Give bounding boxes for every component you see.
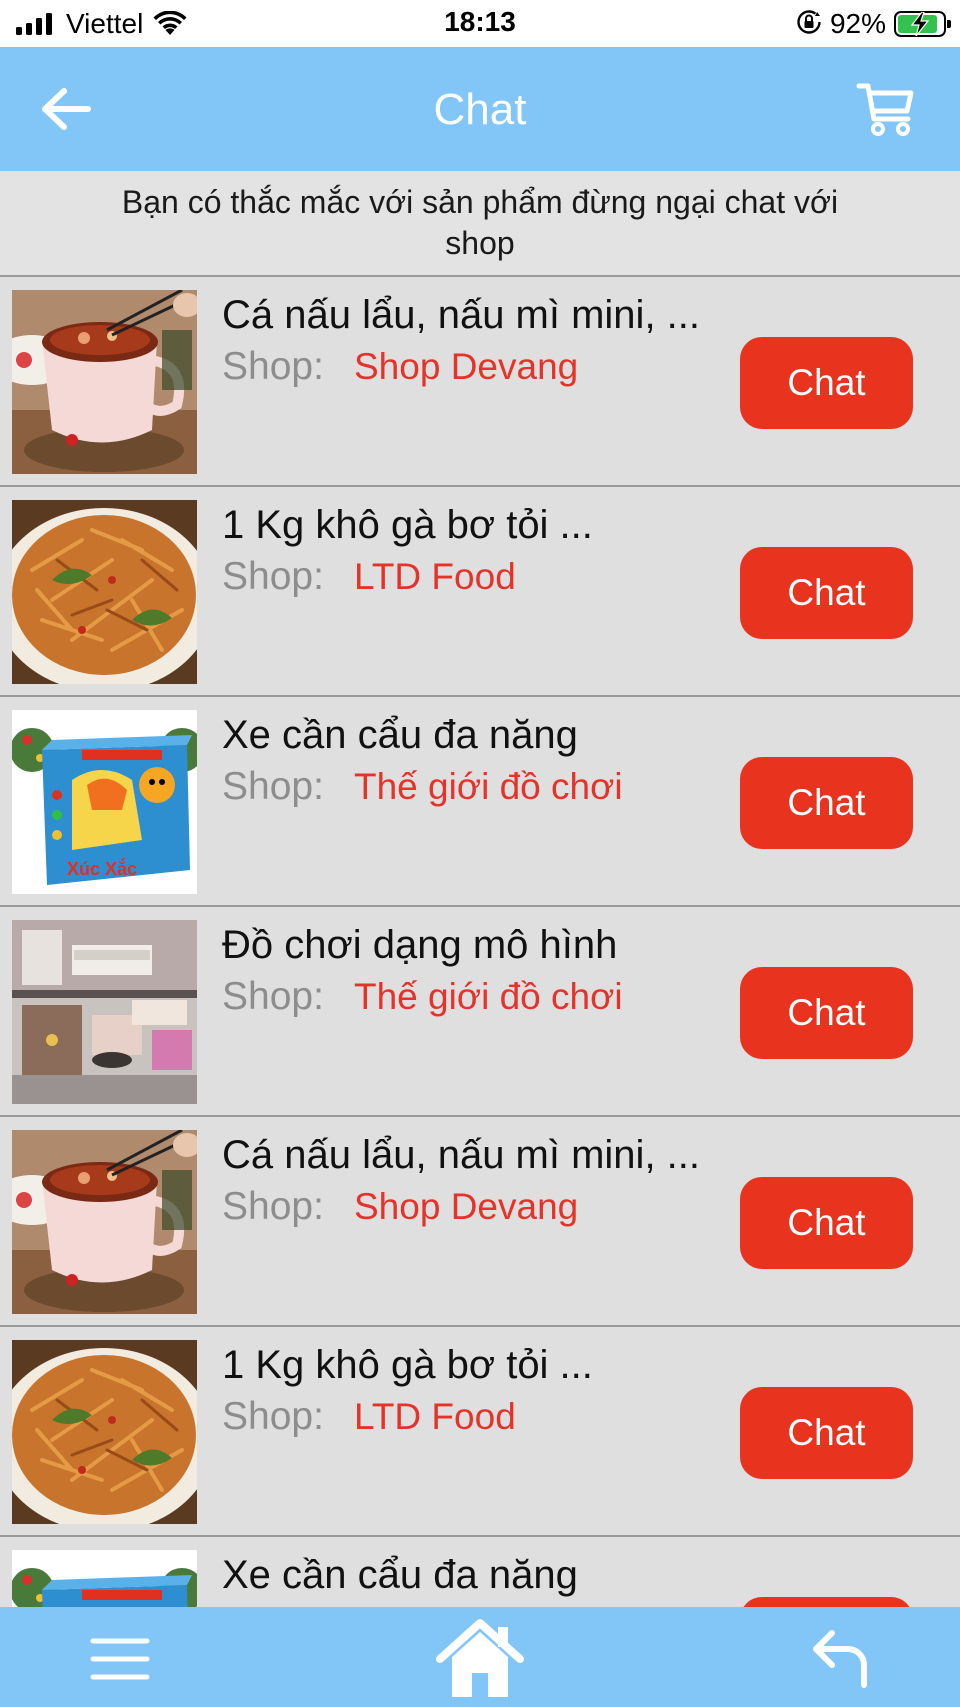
battery-charging-icon bbox=[894, 11, 951, 37]
list-item[interactable]: Xúc Xắc Xe cần cẩu đa năng Shop: Thế giới… bbox=[0, 697, 960, 907]
shop-line: Shop: Thế giới đồ chơi bbox=[222, 975, 623, 1019]
product-chat-list: Cá nấu lẩu, nấu mì mini, ... Shop: Shop D… bbox=[0, 277, 960, 1607]
list-item[interactable]: Đồ chơi dạng mô hình Shop: Thế giới đồ ch… bbox=[0, 907, 960, 1117]
shop-label: Shop: bbox=[222, 345, 324, 388]
bottom-nav-bar bbox=[0, 1607, 960, 1707]
page-title: Chat bbox=[433, 85, 527, 134]
list-item[interactable]: 1 Kg khô gà bơ tỏi ... Shop: LTD Food Cha… bbox=[0, 487, 960, 697]
menu-icon bbox=[90, 1638, 150, 1680]
product-thumbnail[interactable] bbox=[12, 1340, 197, 1524]
shop-name[interactable]: LTD Food bbox=[354, 1396, 516, 1437]
chat-button[interactable]: Chat bbox=[740, 547, 913, 639]
shop-line: Shop: Shop Devang bbox=[222, 1185, 578, 1229]
shop-line: Shop: LTD Food bbox=[222, 1395, 516, 1439]
shop-name[interactable]: Thế giới đồ chơi bbox=[354, 766, 623, 807]
battery-percent: 92% bbox=[829, 8, 886, 39]
product-name: 1 Kg khô gà bơ tỏi ... bbox=[222, 1343, 593, 1387]
product-name: Cá nấu lẩu, nấu mì mini, ... bbox=[222, 1133, 701, 1177]
list-item[interactable]: 1 Kg khô gà bơ tỏi ... Shop: LTD Food Cha… bbox=[0, 1327, 960, 1537]
chat-button[interactable]: Chat bbox=[740, 757, 913, 849]
return-arrow-icon bbox=[813, 1630, 867, 1688]
shop-line: Shop: Thế giới đồ chơi bbox=[222, 765, 623, 809]
return-button[interactable] bbox=[810, 1627, 872, 1689]
chat-button[interactable]: Chat bbox=[740, 1177, 913, 1269]
list-item[interactable]: Cá nấu lẩu, nấu mì mini, ... Shop: Shop D… bbox=[0, 277, 960, 487]
shop-name[interactable]: Thế giới đồ chơi bbox=[354, 976, 623, 1017]
status-right: 92% bbox=[796, 7, 951, 41]
chat-button[interactable]: Chat bbox=[740, 967, 913, 1059]
svg-text:Xúc Xắc: Xúc Xắc bbox=[67, 858, 137, 879]
menu-button[interactable] bbox=[90, 1635, 150, 1683]
shop-label: Shop: bbox=[222, 1395, 324, 1438]
chat-button[interactable]: Chat bbox=[740, 1597, 913, 1607]
shop-label: Shop: bbox=[222, 765, 324, 808]
shop-label: Shop: bbox=[222, 555, 324, 598]
shop-line: Shop: LTD Food bbox=[222, 555, 516, 599]
product-thumbnail[interactable] bbox=[12, 500, 197, 684]
info-banner: Bạn có thắc mắc với sản phẩm đừng ngại c… bbox=[0, 171, 960, 277]
list-item[interactable]: Cá nấu lẩu, nấu mì mini, ... Shop: Shop D… bbox=[0, 1117, 960, 1327]
orientation-lock-icon bbox=[796, 9, 822, 40]
cart-icon bbox=[856, 83, 914, 136]
product-thumbnail[interactable] bbox=[12, 290, 197, 474]
list-item[interactable]: Xúc Xắc Xe cần cẩu đa năng Shop:Thế giới… bbox=[0, 1537, 960, 1607]
product-name: 1 Kg khô gà bơ tỏi ... bbox=[222, 503, 593, 547]
shop-name[interactable]: Shop Devang bbox=[354, 346, 578, 387]
product-name: Đồ chơi dạng mô hình bbox=[222, 923, 618, 967]
shop-name[interactable]: LTD Food bbox=[354, 556, 516, 597]
product-thumbnail[interactable]: Xúc Xắc bbox=[12, 710, 197, 894]
product-thumbnail[interactable]: Xúc Xắc bbox=[12, 1550, 197, 1607]
product-name: Cá nấu lẩu, nấu mì mini, ... bbox=[222, 293, 701, 337]
shop-line: Shop: Shop Devang bbox=[222, 345, 578, 389]
shop-label: Shop: bbox=[222, 975, 324, 1018]
status-bar: Viettel 18:13 92% bbox=[0, 0, 960, 47]
chat-button[interactable]: Chat bbox=[740, 1387, 913, 1479]
home-button[interactable] bbox=[436, 1617, 524, 1699]
shop-name[interactable]: Shop Devang bbox=[354, 1186, 578, 1227]
product-thumbnail[interactable] bbox=[12, 920, 197, 1104]
cart-button[interactable] bbox=[856, 81, 916, 137]
product-name: Xe cần cẩu đa năng bbox=[222, 713, 578, 757]
shop-label: Shop: bbox=[222, 1185, 324, 1228]
app-header: Chat bbox=[0, 47, 960, 171]
home-icon bbox=[436, 1619, 524, 1697]
chat-button[interactable]: Chat bbox=[740, 337, 913, 429]
product-name: Xe cần cẩu đa năng bbox=[222, 1553, 578, 1597]
product-thumbnail[interactable] bbox=[12, 1130, 197, 1314]
